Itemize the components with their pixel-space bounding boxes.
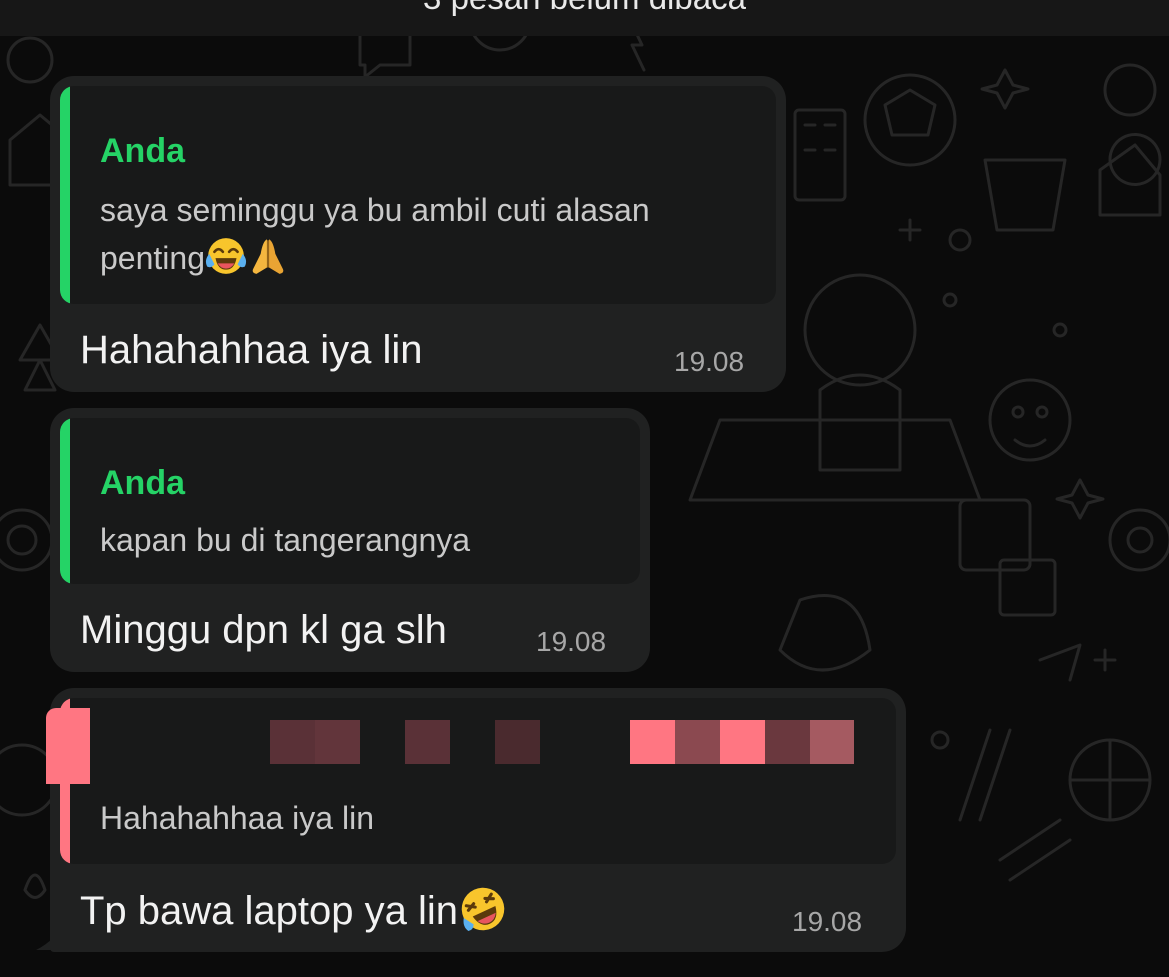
quote-text-tail: penting bbox=[100, 240, 205, 276]
quote-text: saya seminggu ya bu ambil cuti alasan pe… bbox=[100, 186, 650, 282]
message-time: 19.08 bbox=[792, 906, 863, 937]
message-time: 19.08 bbox=[536, 626, 607, 657]
redaction-block bbox=[405, 720, 450, 764]
rolling-on-the-floor-laughing-icon bbox=[461, 887, 505, 931]
redaction-block bbox=[315, 720, 360, 764]
quoted-message[interactable]: Anda kapan bu di tangerangnya bbox=[60, 418, 640, 584]
message-text-body: Tp bawa laptop ya lin bbox=[80, 889, 459, 933]
redaction-block bbox=[495, 720, 540, 764]
redaction-block bbox=[720, 720, 765, 764]
unread-messages-banner: 3 pesan belum dibaca bbox=[0, 0, 1169, 36]
message-text: Hahahahhaa iya lin bbox=[80, 328, 423, 372]
quote-text: Hahahahhaa iya lin bbox=[100, 800, 374, 836]
quote-bar bbox=[60, 418, 70, 584]
quote-bar bbox=[60, 86, 70, 304]
quote-text-line: penting bbox=[100, 234, 650, 282]
quote-text-line: saya seminggu ya bu ambil cuti alasan bbox=[100, 192, 650, 228]
redaction-block bbox=[765, 720, 810, 764]
quote-author: Anda bbox=[100, 132, 185, 170]
redaction-block bbox=[630, 720, 675, 764]
message-time: 19.08 bbox=[674, 346, 745, 377]
folded-hands-icon bbox=[252, 239, 284, 274]
quote-text: kapan bu di tangerangnya bbox=[100, 522, 471, 558]
redaction-block bbox=[675, 720, 720, 764]
message-text: Minggu dpn kl ga slh bbox=[80, 608, 447, 652]
redaction-block bbox=[810, 720, 854, 764]
redaction-block bbox=[270, 720, 315, 764]
quote-author: Anda bbox=[100, 464, 185, 502]
message-text: Tp bawa laptop ya lin bbox=[80, 884, 508, 934]
message-bubble[interactable]: Anda kapan bu di tangerangnya Minggu dpn… bbox=[50, 408, 650, 672]
quoted-message[interactable]: Anda saya seminggu ya bu ambil cuti alas… bbox=[60, 86, 776, 304]
redaction-block bbox=[46, 708, 90, 784]
message-bubble[interactable]: Anda saya seminggu ya bu ambil cuti alas… bbox=[50, 76, 786, 392]
face-with-tears-of-joy-icon bbox=[205, 238, 247, 274]
